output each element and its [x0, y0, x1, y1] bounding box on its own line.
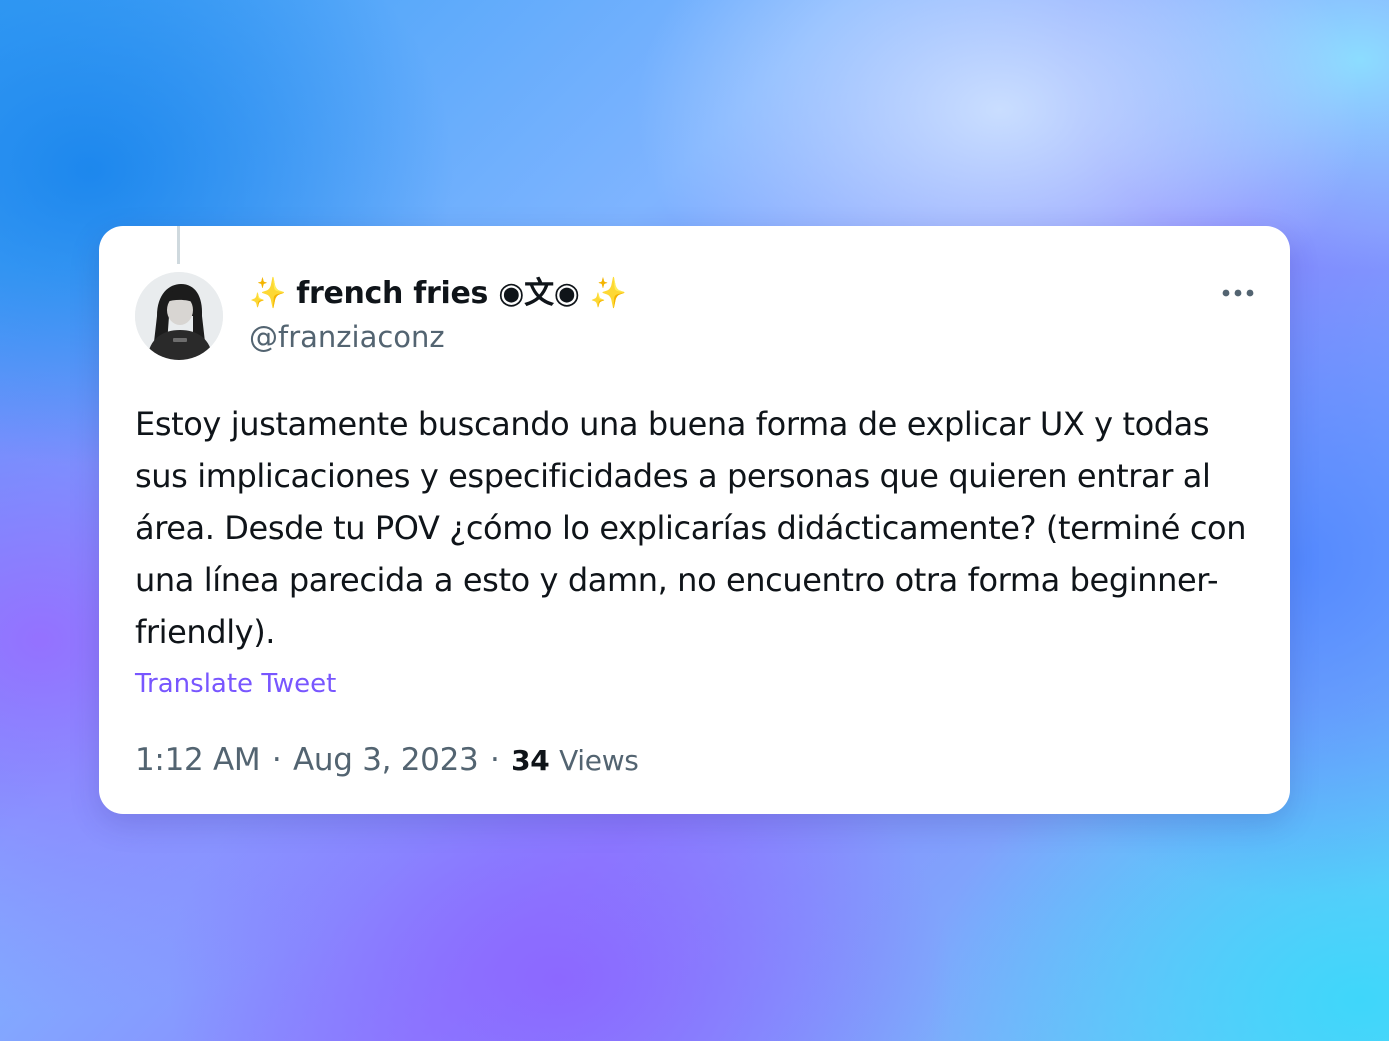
views-label: Views	[559, 744, 639, 777]
display-name[interactable]: ✨ french fries ◉⽂◉ ✨	[249, 272, 627, 316]
more-options-button[interactable]	[1215, 276, 1261, 310]
tweet-date[interactable]: Aug 3, 2023	[293, 742, 479, 778]
meta-separator: ·	[490, 742, 500, 778]
views-count: 34	[511, 744, 550, 777]
avatar-image	[135, 272, 223, 360]
tweet-metadata: 1:12 AM · Aug 3, 2023 · 34 Views	[135, 738, 639, 783]
tweet-card: ✨ french fries ◉⽂◉ ✨ @franziaconz Estoy …	[99, 226, 1290, 814]
user-info: ✨ french fries ◉⽂◉ ✨ @franziaconz	[249, 272, 627, 358]
tweet-text: Estoy justamente buscando una buena form…	[135, 405, 1247, 651]
tweet-time[interactable]: 1:12 AM	[135, 742, 261, 778]
avatar[interactable]	[135, 272, 223, 360]
more-dots-icon	[1222, 289, 1254, 297]
translate-tweet-link[interactable]: Translate Tweet	[135, 666, 336, 702]
meta-separator: ·	[271, 742, 282, 778]
user-handle[interactable]: @franziaconz	[249, 316, 627, 358]
thread-connector-line	[177, 226, 180, 264]
